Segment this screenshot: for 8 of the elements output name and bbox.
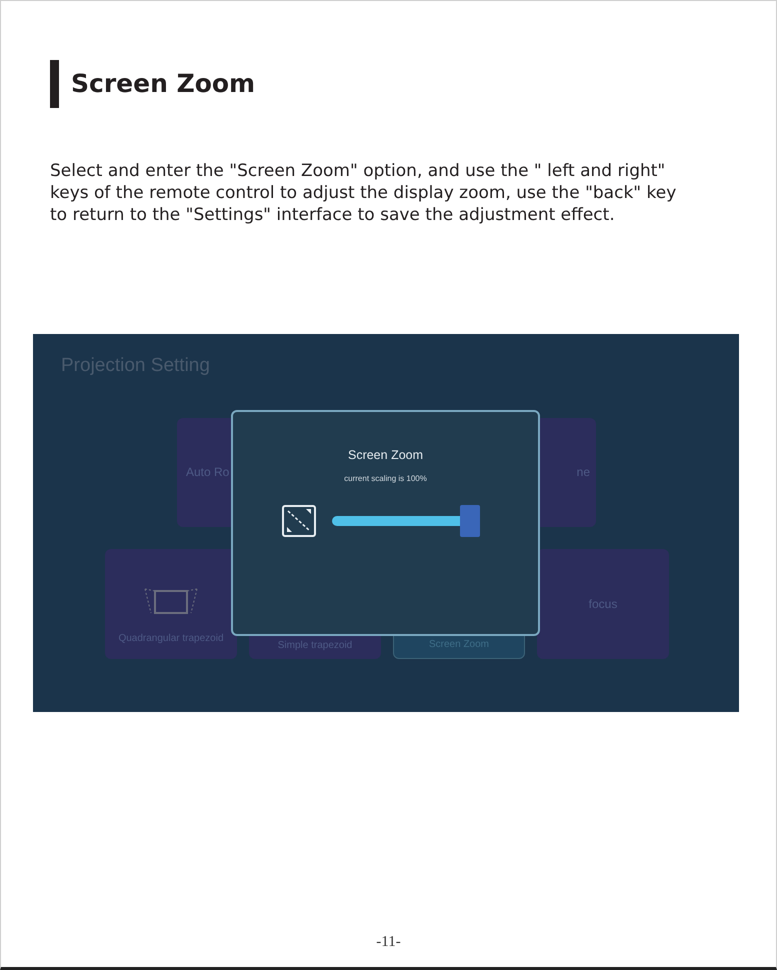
trapezoid-icon	[143, 586, 199, 616]
instruction-text: Select and enter the "Screen Zoom" option, and use the " left and right" keys of the remote control to adjust the display zoom, use the "back" key to return to the "Settings" interface to save the adjustment effect.	[50, 160, 678, 226]
resize-icon	[282, 504, 316, 537]
dialog-title: Screen Zoom	[348, 447, 424, 464]
heading-bar	[50, 60, 59, 108]
page-number: -11-	[376, 932, 401, 952]
dialog-subtitle: current scaling is 100%	[344, 472, 427, 485]
section-heading: Screen Zoom	[71, 68, 256, 100]
